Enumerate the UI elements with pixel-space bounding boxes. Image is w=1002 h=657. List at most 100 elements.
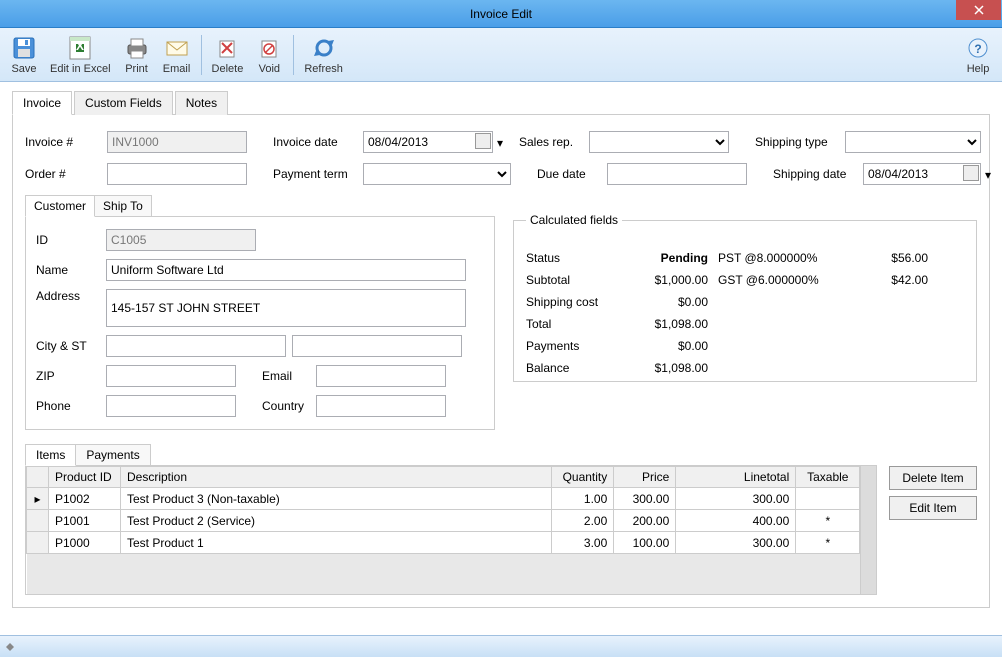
titlebar: Invoice Edit xyxy=(0,0,1002,28)
cell-price[interactable]: 300.00 xyxy=(614,488,676,510)
tab-payments[interactable]: Payments xyxy=(75,444,150,466)
calendar-icon[interactable] xyxy=(475,133,491,149)
payments-value: $0.00 xyxy=(626,339,708,353)
col-quantity[interactable]: Quantity xyxy=(552,467,614,488)
svg-text:X: X xyxy=(76,39,84,53)
cell-product-id[interactable]: P1002 xyxy=(49,488,121,510)
table-row[interactable]: P1000Test Product 13.00100.00300.00* xyxy=(27,532,860,554)
close-button[interactable] xyxy=(956,0,1001,20)
cell-description[interactable]: Test Product 3 (Non-taxable) xyxy=(121,488,552,510)
excel-icon: X xyxy=(66,34,94,62)
cell-linetotal[interactable]: 400.00 xyxy=(676,510,796,532)
customer-name-input[interactable] xyxy=(106,259,466,281)
invoice-date-input[interactable] xyxy=(363,131,493,153)
cell-linetotal[interactable]: 300.00 xyxy=(676,488,796,510)
subtotal-label: Subtotal xyxy=(526,273,616,287)
void-button[interactable]: Void xyxy=(249,32,289,77)
country-label: Country xyxy=(262,399,310,413)
help-button[interactable]: ? Help xyxy=(958,32,998,77)
shipping-type-select[interactable] xyxy=(845,131,981,153)
payment-term-select[interactable] xyxy=(363,163,511,185)
toolbar: Save X Edit in Excel Print Email Delete … xyxy=(0,28,1002,82)
gst-value: $42.00 xyxy=(848,273,928,287)
col-price[interactable]: Price xyxy=(614,467,676,488)
col-taxable[interactable]: Taxable xyxy=(796,467,860,488)
save-button[interactable]: Save xyxy=(4,32,44,77)
table-row[interactable]: P1001Test Product 2 (Service)2.00200.004… xyxy=(27,510,860,532)
country-input[interactable] xyxy=(316,395,446,417)
status-value: Pending xyxy=(626,251,708,265)
col-description[interactable]: Description xyxy=(121,467,552,488)
cell-product-id[interactable]: P1001 xyxy=(49,510,121,532)
print-button[interactable]: Print xyxy=(117,32,157,77)
customer-id-input[interactable] xyxy=(106,229,256,251)
tab-custom-fields[interactable]: Custom Fields xyxy=(74,91,173,115)
row-selector[interactable] xyxy=(27,510,49,532)
tab-ship-to[interactable]: Ship To xyxy=(94,195,152,217)
cell-taxable[interactable]: * xyxy=(796,510,860,532)
cell-quantity[interactable]: 1.00 xyxy=(552,488,614,510)
calc-legend: Calculated fields xyxy=(526,213,622,227)
tab-items[interactable]: Items xyxy=(25,444,76,466)
items-grid: Product ID Description Quantity Price Li… xyxy=(25,465,877,595)
col-product-id[interactable]: Product ID xyxy=(49,467,121,488)
row-selector[interactable] xyxy=(27,532,49,554)
close-icon xyxy=(974,5,984,15)
delete-button[interactable]: Delete xyxy=(206,32,250,77)
tab-notes[interactable]: Notes xyxy=(175,91,228,115)
email-button[interactable]: Email xyxy=(157,32,197,77)
cell-taxable[interactable] xyxy=(796,488,860,510)
cell-price[interactable]: 200.00 xyxy=(614,510,676,532)
customer-panel: ID Name Address City & ST xyxy=(25,216,495,430)
row-header-blank xyxy=(27,467,49,488)
void-icon xyxy=(255,34,283,62)
edit-excel-button[interactable]: X Edit in Excel xyxy=(44,32,117,77)
total-label: Total xyxy=(526,317,616,331)
refresh-icon xyxy=(310,34,338,62)
printer-icon xyxy=(123,34,151,62)
customer-address-input[interactable] xyxy=(106,289,466,327)
sales-rep-select[interactable] xyxy=(589,131,729,153)
tab-invoice[interactable]: Invoice xyxy=(12,91,72,115)
cell-description[interactable]: Test Product 2 (Service) xyxy=(121,510,552,532)
refresh-button[interactable]: Refresh xyxy=(298,32,349,77)
main-tabs: Invoice Custom Fields Notes xyxy=(12,90,990,115)
chevron-down-icon[interactable]: ▾ xyxy=(985,168,991,182)
separator xyxy=(293,35,294,75)
save-icon xyxy=(10,34,38,62)
invoice-number-input[interactable] xyxy=(107,131,247,153)
cell-product-id[interactable]: P1000 xyxy=(49,532,121,554)
col-linetotal[interactable]: Linetotal xyxy=(676,467,796,488)
zip-input[interactable] xyxy=(106,365,236,387)
content: Invoice Custom Fields Notes Invoice # In… xyxy=(0,82,1002,616)
table-row[interactable]: ▸P1002Test Product 3 (Non-taxable)1.0030… xyxy=(27,488,860,510)
calendar-icon[interactable] xyxy=(963,165,979,181)
subtotal-value: $1,000.00 xyxy=(626,273,708,287)
email-label: Email xyxy=(262,369,310,383)
delete-item-button[interactable]: Delete Item xyxy=(889,466,977,490)
cell-quantity[interactable]: 3.00 xyxy=(552,532,614,554)
edit-item-button[interactable]: Edit Item xyxy=(889,496,977,520)
pst-value: $56.00 xyxy=(848,251,928,265)
payment-term-label: Payment term xyxy=(273,167,357,181)
row-selector[interactable]: ▸ xyxy=(27,488,49,510)
due-date-input[interactable] xyxy=(607,163,747,185)
chevron-down-icon[interactable]: ▾ xyxy=(497,136,503,150)
email-input[interactable] xyxy=(316,365,446,387)
order-number-input[interactable] xyxy=(107,163,247,185)
city-input[interactable] xyxy=(106,335,286,357)
shipping-type-label: Shipping type xyxy=(755,135,839,149)
due-date-label: Due date xyxy=(537,167,601,181)
cell-quantity[interactable]: 2.00 xyxy=(552,510,614,532)
shipping-cost-value: $0.00 xyxy=(626,295,708,309)
cell-description[interactable]: Test Product 1 xyxy=(121,532,552,554)
customer-name-label: Name xyxy=(36,263,100,277)
phone-input[interactable] xyxy=(106,395,236,417)
balance-label: Balance xyxy=(526,361,616,375)
tab-customer[interactable]: Customer xyxy=(25,195,95,217)
cell-linetotal[interactable]: 300.00 xyxy=(676,532,796,554)
cell-taxable[interactable]: * xyxy=(796,532,860,554)
scrollbar[interactable] xyxy=(860,466,876,594)
state-input[interactable] xyxy=(292,335,462,357)
cell-price[interactable]: 100.00 xyxy=(614,532,676,554)
